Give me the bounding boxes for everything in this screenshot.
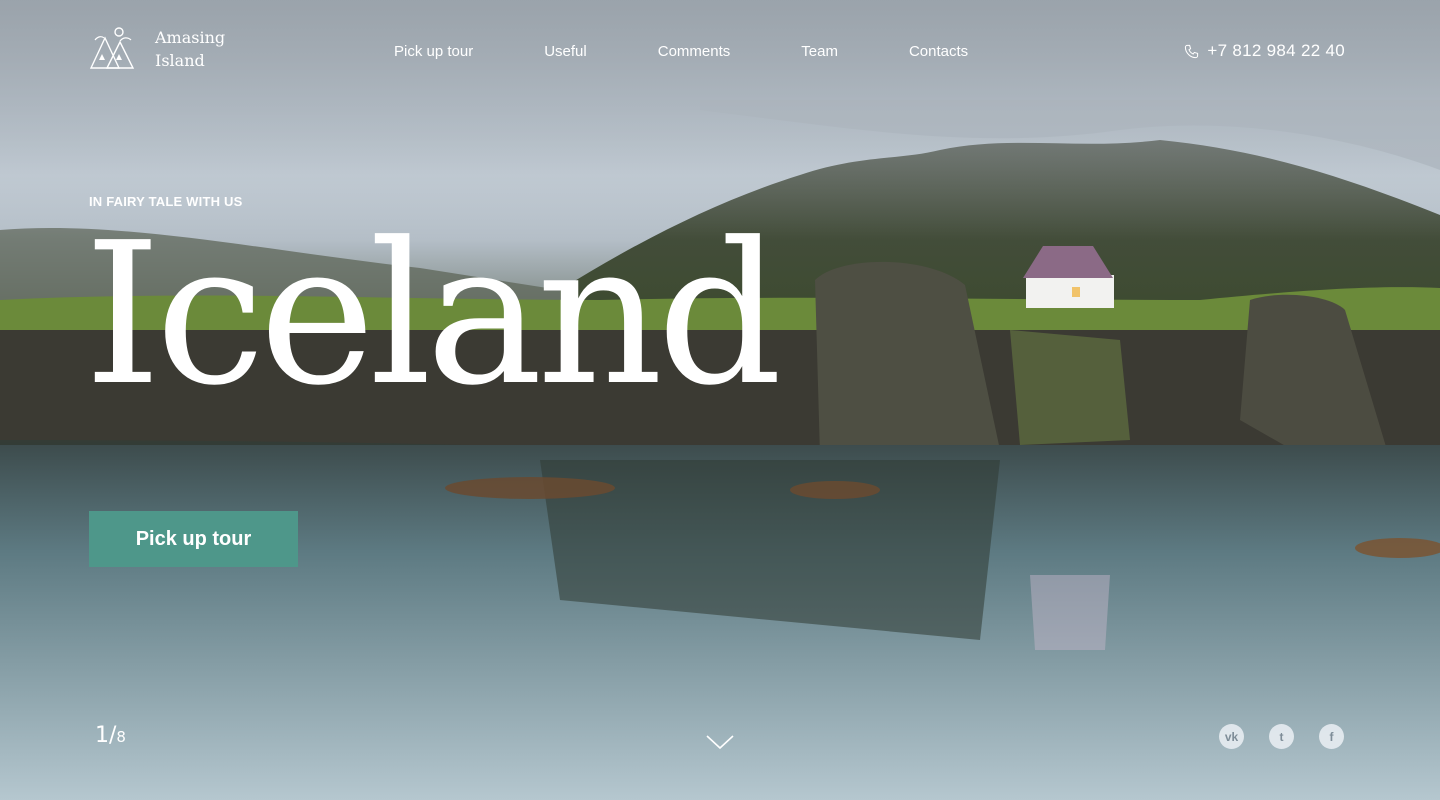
brand-logo[interactable]: Amasing Island: [89, 26, 225, 72]
vk-icon[interactable]: vk: [1219, 724, 1244, 749]
social-links: vk t f: [1219, 724, 1344, 749]
vk-glyph: vk: [1224, 729, 1239, 744]
brand-name-line2: Island: [155, 51, 205, 70]
brand-name-line1: Amasing: [155, 28, 226, 47]
mountain-logo-icon: [89, 27, 135, 69]
phone-icon: [1185, 44, 1199, 58]
slide-counter: 1/8: [95, 723, 126, 748]
nav-link-contacts[interactable]: Contacts: [909, 43, 968, 60]
phone-number: +7 812 984 22 40: [1207, 41, 1345, 60]
pick-up-tour-button[interactable]: Pick up tour: [89, 511, 298, 567]
nav-link-team[interactable]: Team: [801, 43, 838, 60]
nav-link-useful[interactable]: Useful: [544, 43, 587, 60]
slide-total: 8: [116, 728, 126, 746]
twitter-glyph: t: [1279, 729, 1284, 744]
facebook-icon[interactable]: f: [1319, 724, 1344, 749]
nav-link-pick-up-tour[interactable]: Pick up tour: [394, 43, 473, 60]
brand-name: Amasing Island: [155, 26, 225, 72]
phone-contact[interactable]: +7 812 984 22 40: [1184, 41, 1345, 61]
nav-link-comments[interactable]: Comments: [658, 43, 731, 60]
main-nav: Pick up tour Useful Comments Team Contac…: [394, 43, 968, 60]
facebook-glyph: f: [1329, 729, 1334, 744]
twitter-icon[interactable]: t: [1269, 724, 1294, 749]
chevron-down-icon[interactable]: [705, 733, 735, 751]
hero-title: Iceland: [84, 201, 782, 429]
slide-current: 1: [95, 723, 109, 748]
